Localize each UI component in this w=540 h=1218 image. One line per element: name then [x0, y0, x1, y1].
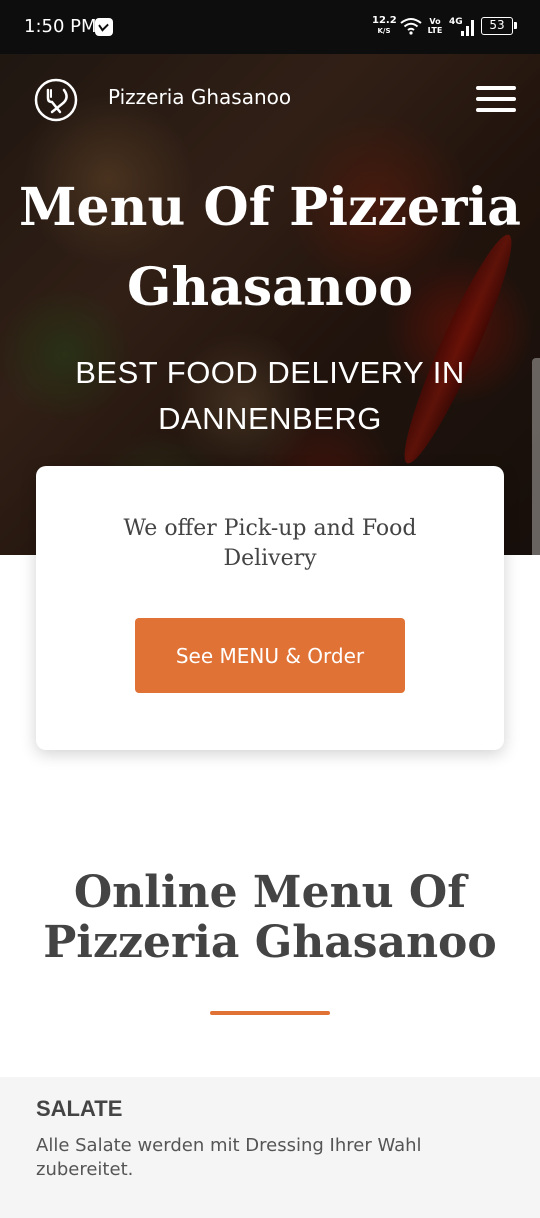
section-divider: [210, 1011, 330, 1015]
app-notification-icon: [95, 18, 113, 36]
section-title: Online Menu Of Pizzeria Ghasanoo: [43, 867, 497, 968]
see-menu-order-button[interactable]: See MENU & Order: [135, 618, 405, 693]
signal-icon: 4G: [449, 17, 474, 36]
hero-subtitle: BEST FOOD DELIVERY IN DANNENBERG: [75, 355, 465, 436]
battery-level: 53: [489, 18, 505, 32]
volte-top: Vo: [429, 17, 441, 26]
volte-indicator: Vo LTE: [426, 17, 444, 35]
pickup-delivery-text: We offer Pick-up and Food Delivery: [123, 516, 417, 571]
category-salate[interactable]: SALATE Alle Salate werden mit Dressing I…: [0, 1077, 540, 1218]
network-speed-value: 12.2: [372, 15, 397, 26]
category-description: Alle Salate werden mit Dressing Ihrer Wa…: [36, 1135, 422, 1180]
brand-name[interactable]: Pizzeria Ghasanoo: [108, 85, 291, 109]
network-type: 4G: [449, 17, 463, 27]
edge-scroll-handle[interactable]: [532, 358, 540, 555]
status-time: 1:50 PM: [24, 16, 97, 37]
battery-icon: 53: [481, 17, 517, 35]
status-bar: 1:50 PM 12.2 K/S Vo LTE 4G 53: [0, 0, 540, 54]
category-title: SALATE: [36, 1096, 123, 1121]
wifi-icon: [400, 18, 422, 35]
network-speed-unit: K/S: [377, 27, 391, 35]
hero-title: Menu Of Pizzeria Ghasanoo: [19, 177, 521, 318]
network-speed: 12.2 K/S: [372, 15, 397, 36]
fork-knife-icon[interactable]: [34, 78, 78, 122]
hamburger-icon[interactable]: [476, 84, 516, 114]
order-card: We offer Pick-up and Food Delivery See M…: [36, 466, 504, 750]
volte-bottom: LTE: [427, 26, 443, 35]
